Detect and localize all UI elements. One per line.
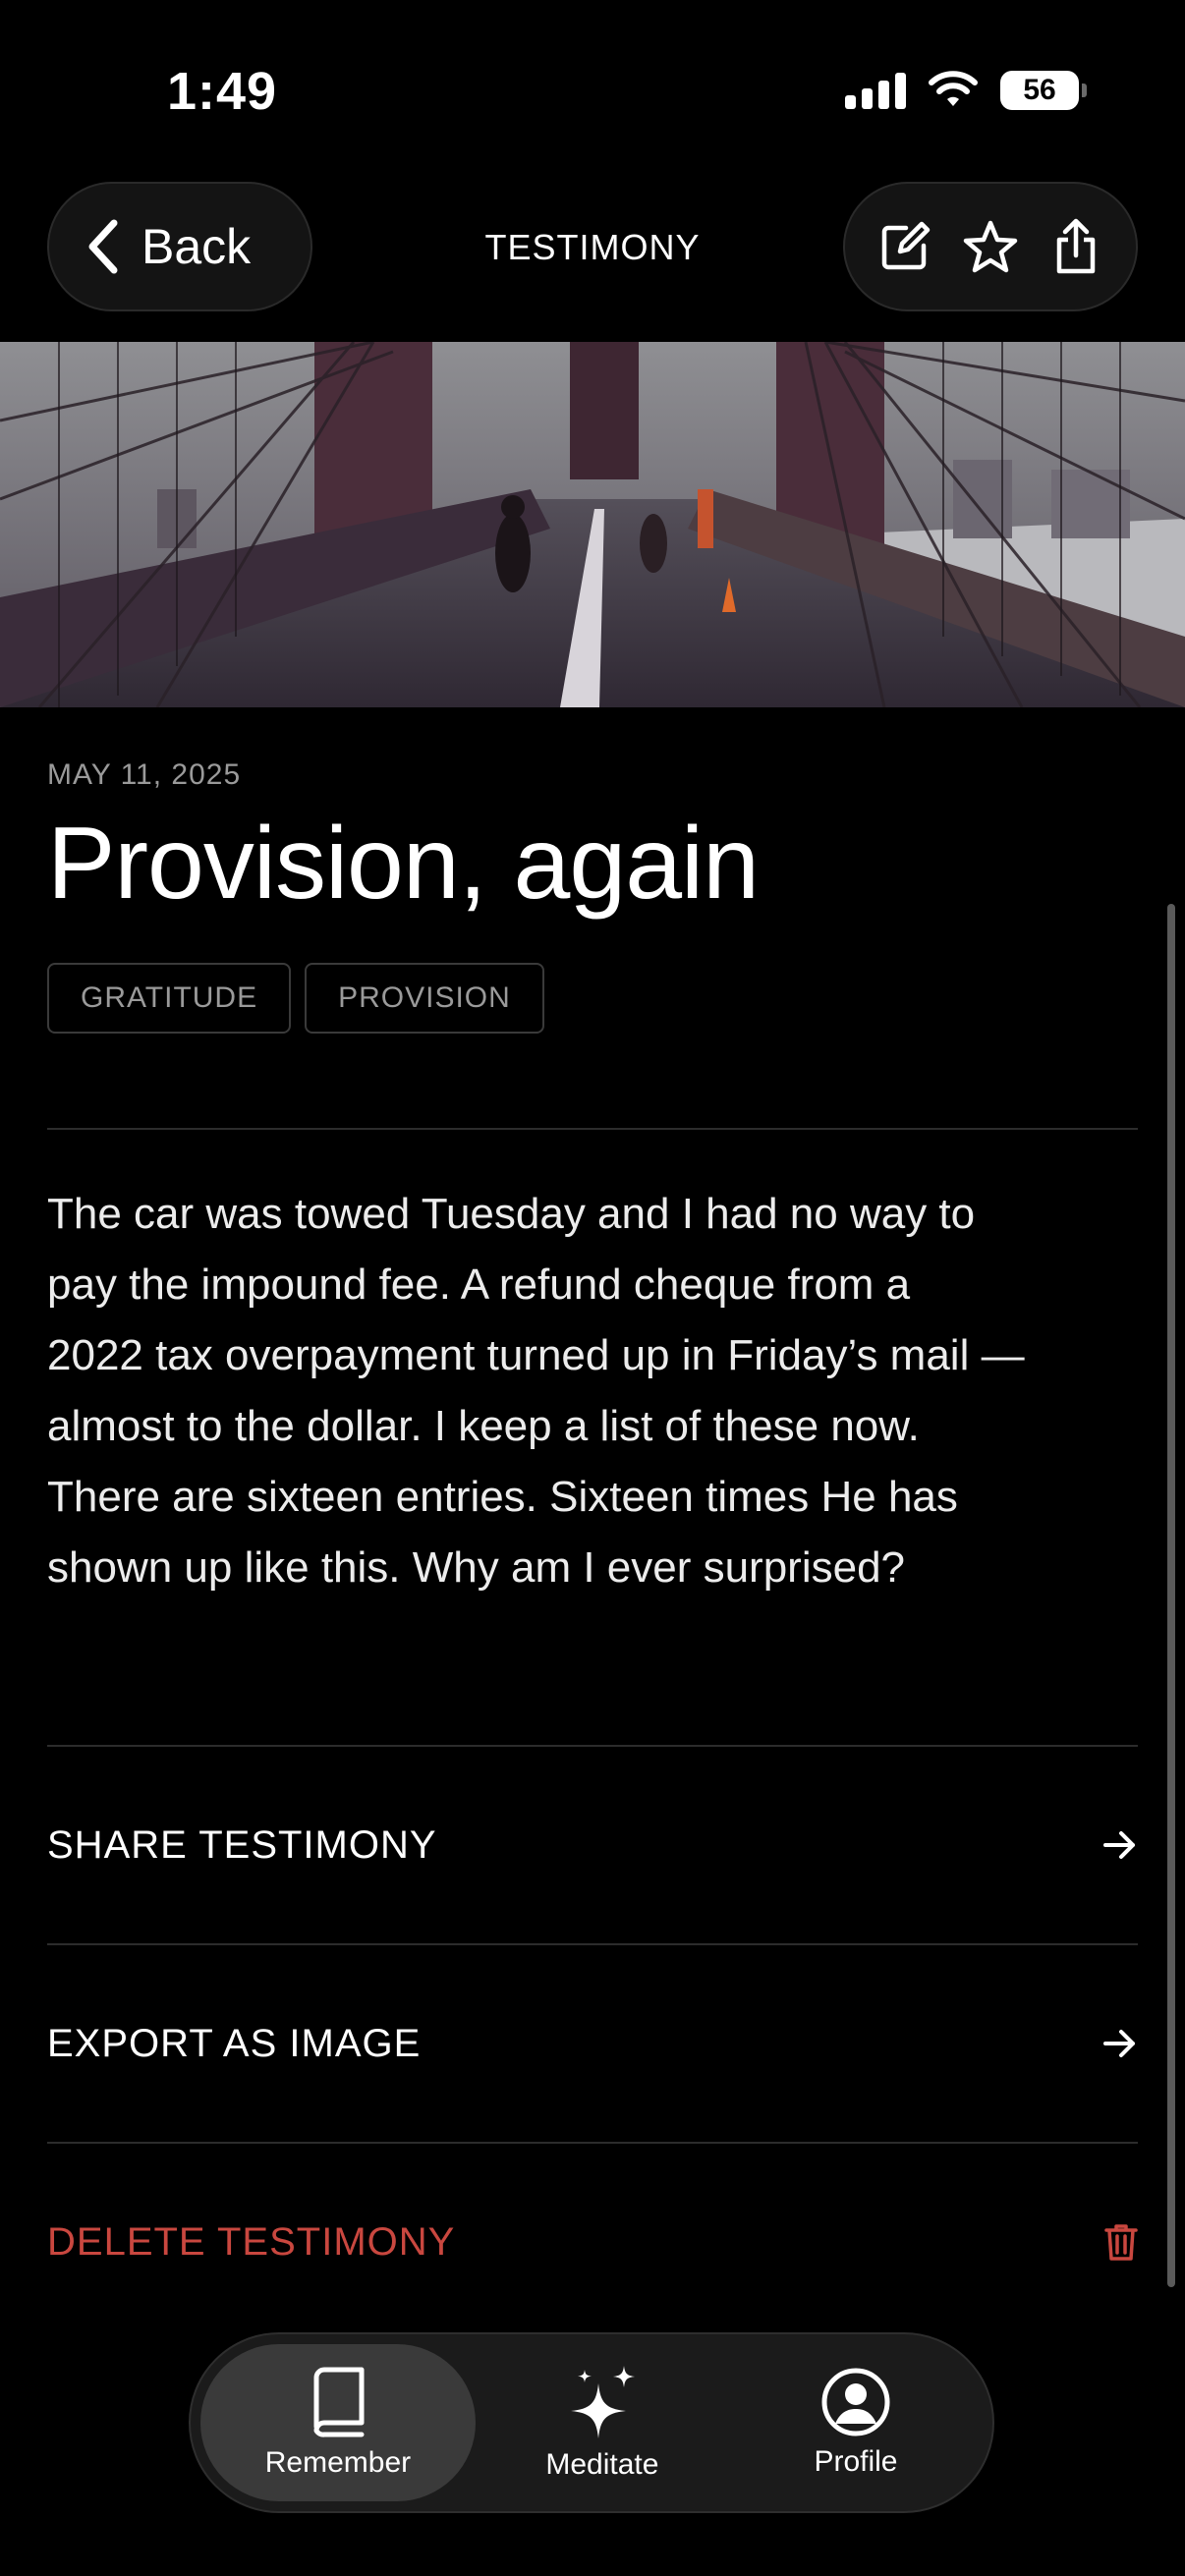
share-icon[interactable] [1046, 217, 1105, 276]
entry-body-line: shown up like this. Why am I ever surpri… [47, 1543, 906, 1592]
tab-remember-label: Remember [264, 2446, 412, 2479]
tab-meditate-label: Meditate [545, 2448, 659, 2481]
entry-body-line: pay the impound fee. A refund cheque fro… [47, 1260, 911, 1309]
sparkle-icon [570, 2366, 635, 2438]
divider [47, 1128, 1138, 1130]
delete-testimony-label: DELETE TESTIMONY [47, 2219, 456, 2264]
profile-icon [821, 2368, 890, 2436]
tag-provision[interactable]: PROVISION [305, 963, 544, 1034]
testimony-screen: 1:49 56 Back TESTIMONY MAY 11, 2025 Prov… [0, 0, 1185, 2576]
arrow-right-icon [1103, 2030, 1135, 2057]
hero-image [0, 342, 1185, 707]
export-image-label: EXPORT AS IMAGE [47, 2021, 422, 2065]
entry-title: Provision, again [47, 807, 760, 921]
status-time: 1:49 [167, 62, 278, 121]
star-icon[interactable] [961, 217, 1020, 276]
battery-indicator: 56 [1000, 71, 1087, 110]
status-icons: 56 [845, 71, 1087, 110]
tag-gratitude[interactable]: GRATITUDE [47, 963, 292, 1034]
tab-remember[interactable]: Remember [200, 2344, 476, 2501]
delete-testimony-button[interactable]: DELETE TESTIMONY [47, 2144, 1138, 2340]
nav-header: Back TESTIMONY [0, 182, 1185, 314]
export-image-button[interactable]: EXPORT AS IMAGE [47, 1945, 1138, 2142]
wifi-icon [929, 71, 978, 106]
tab-profile-label: Profile [814, 2445, 898, 2478]
header-actions [843, 182, 1138, 311]
tab-bar: Remember Meditate Profile [189, 2332, 994, 2513]
share-testimony-button[interactable]: SHARE TESTIMONY [47, 1747, 1138, 1943]
entry-body-line: There are sixteen entries. Sixteen times… [47, 1473, 958, 1521]
entry-body-line: The car was towed Tuesday and I had no w… [47, 1190, 976, 1238]
tab-profile[interactable]: Profile [729, 2344, 983, 2501]
tab-meditate[interactable]: Meditate [476, 2344, 729, 2501]
status-bar: 1:49 56 [0, 0, 1185, 177]
cellular-signal-icon [845, 72, 906, 109]
share-testimony-label: SHARE TESTIMONY [47, 1822, 437, 1867]
scrollbar[interactable] [1167, 904, 1175, 2287]
entry-body: The car was towed Tuesday and I had no w… [47, 1179, 1138, 1603]
entry-body-line: 2022 tax overpayment turned up in Friday… [47, 1331, 1025, 1379]
book-icon [313, 2367, 365, 2437]
entry-date: MAY 11, 2025 [47, 758, 242, 791]
trash-icon [1104, 2224, 1138, 2261]
entry-body-line: almost to the dollar. I keep a list of t… [47, 1402, 920, 1450]
edit-icon[interactable] [875, 217, 934, 276]
arrow-right-icon [1103, 1831, 1135, 1859]
tag-list: GRATITUDE PROVISION [47, 963, 544, 1034]
